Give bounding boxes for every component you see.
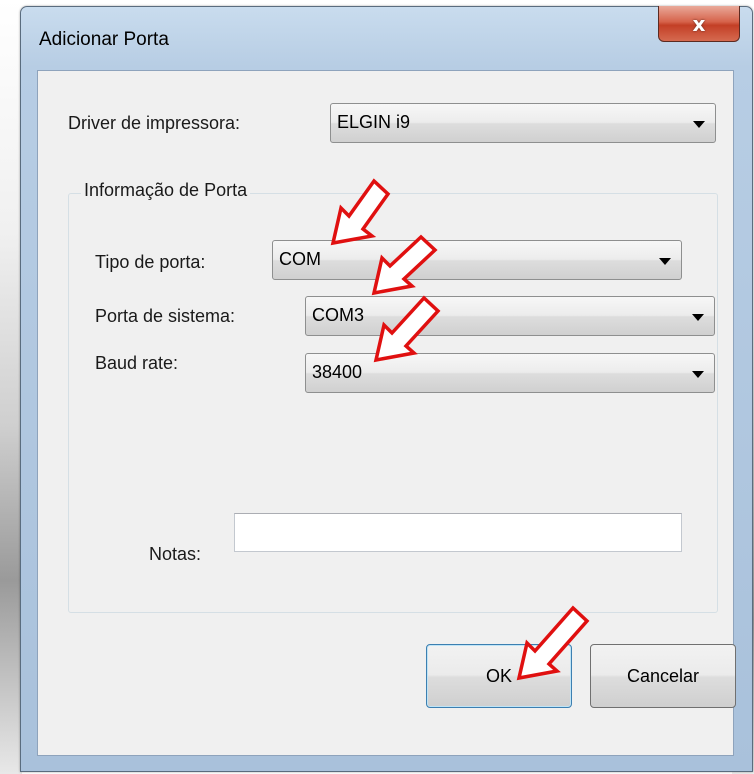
red-arrow-icon-ok	[516, 605, 590, 681]
red-arrow-icon-system-port	[371, 234, 438, 296]
red-arrow-icon-baud-rate	[373, 295, 441, 363]
annotation-arrows	[330, 178, 590, 681]
red-arrow-icon-port-type	[330, 178, 391, 246]
